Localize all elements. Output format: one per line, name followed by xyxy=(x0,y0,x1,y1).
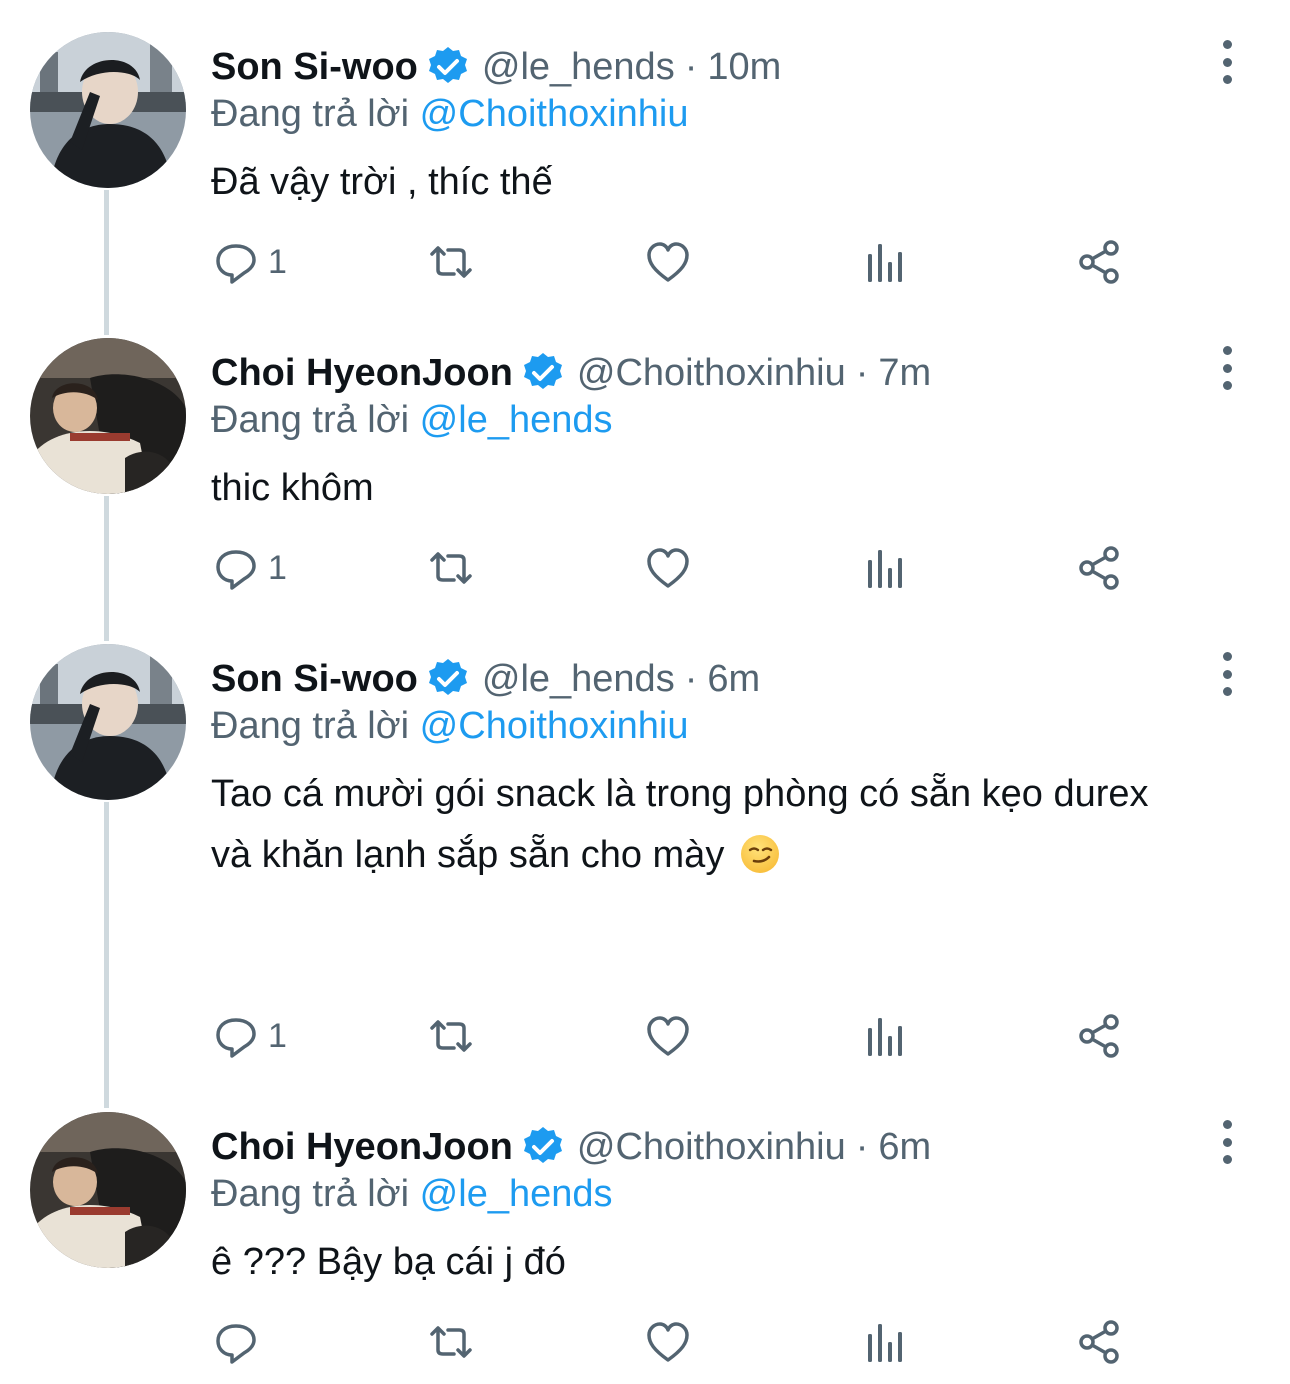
separator: · xyxy=(855,1126,869,1168)
avatar[interactable] xyxy=(30,338,186,494)
mention-link[interactable]: @Choithoxinhiu xyxy=(420,93,689,135)
reply-icon xyxy=(216,1324,256,1364)
mention-link[interactable]: @le_hends xyxy=(420,399,613,441)
more-options-icon[interactable] xyxy=(1210,652,1244,696)
display-name[interactable]: Son Si-woo xyxy=(211,654,418,704)
heart-icon xyxy=(647,548,689,588)
share-icon xyxy=(1079,1320,1119,1364)
tweet-text-line: và khăn lạnh sắp sẵn cho mày xyxy=(211,825,1271,886)
reply-count: 1 xyxy=(268,242,287,281)
share-button[interactable] xyxy=(1078,538,1122,598)
reply-button[interactable] xyxy=(214,1312,268,1372)
action-bar: 1 xyxy=(0,538,1290,598)
action-bar: 1 xyxy=(0,232,1290,292)
display-name[interactable]: Son Si-woo xyxy=(211,42,418,92)
action-bar xyxy=(0,1312,1290,1372)
user-handle[interactable]: @le_hends xyxy=(482,654,675,704)
avatar[interactable] xyxy=(30,644,186,800)
share-icon xyxy=(1079,1014,1119,1058)
display-name[interactable]: Choi HyeonJoon xyxy=(211,1122,513,1172)
replying-to: Đang trả lời @le_hends xyxy=(211,394,613,446)
retweet-icon xyxy=(430,246,472,278)
separator: · xyxy=(684,46,698,88)
smirking-face-icon xyxy=(740,835,779,873)
display-name[interactable]: Choi HyeonJoon xyxy=(211,348,513,398)
replying-to: Đang trả lời @Choithoxinhiu xyxy=(211,700,689,752)
retweet-icon xyxy=(430,1020,472,1052)
tweet-text: ê ??? Bậy bạ cái j đó xyxy=(211,1241,566,1283)
avatar[interactable] xyxy=(30,1112,186,1268)
user-handle[interactable]: @Choithoxinhiu xyxy=(577,348,846,398)
heart-icon xyxy=(647,1322,689,1362)
timestamp[interactable]: 7m xyxy=(878,348,931,398)
reply-count: 1 xyxy=(268,1016,287,1055)
reply-button[interactable]: 1 xyxy=(214,1006,287,1066)
share-button[interactable] xyxy=(1078,1312,1122,1372)
timestamp[interactable]: 6m xyxy=(707,654,760,704)
retweet-icon xyxy=(430,552,472,584)
more-options-icon[interactable] xyxy=(1210,346,1244,390)
analytics-icon xyxy=(868,1324,902,1362)
heart-icon xyxy=(647,242,689,282)
action-bar: 1 xyxy=(0,1006,1290,1066)
reply-button[interactable]: 1 xyxy=(214,232,287,292)
timestamp[interactable]: 6m xyxy=(878,1122,931,1172)
analytics-icon xyxy=(868,1018,902,1056)
verified-badge-icon xyxy=(426,657,469,697)
timestamp[interactable]: 10m xyxy=(707,42,781,92)
like-button[interactable] xyxy=(646,1312,690,1372)
share-icon xyxy=(1079,240,1119,284)
replying-prefix: Đang trả lời xyxy=(211,399,410,441)
replying-to: Đang trả lời @le_hends xyxy=(211,1168,613,1220)
user-handle[interactable]: @Choithoxinhiu xyxy=(577,1122,846,1172)
user-handle[interactable]: @le_hends xyxy=(482,42,675,92)
tweet-header: Son Si-woo @le_hends · 10m xyxy=(211,42,781,92)
mention-link[interactable]: @le_hends xyxy=(420,1173,613,1215)
reply-button[interactable]: 1 xyxy=(214,538,287,598)
avatar[interactable] xyxy=(30,32,186,188)
analytics-button[interactable] xyxy=(864,538,906,598)
tweet-header: Choi HyeonJoon @Choithoxinhiu · 6m xyxy=(211,1122,931,1172)
analytics-icon xyxy=(868,244,902,282)
replying-prefix: Đang trả lời xyxy=(211,705,410,747)
retweet-icon xyxy=(430,1326,472,1358)
retweet-button[interactable] xyxy=(426,538,476,598)
separator: · xyxy=(855,352,869,394)
tweet-header: Choi HyeonJoon @Choithoxinhiu · 7m xyxy=(211,348,931,398)
reply-icon xyxy=(216,1018,256,1058)
retweet-button[interactable] xyxy=(426,1006,476,1066)
reply-count: 1 xyxy=(268,548,287,587)
share-icon xyxy=(1079,546,1119,590)
verified-badge-icon xyxy=(426,45,469,85)
analytics-button[interactable] xyxy=(864,1312,906,1372)
tweet-header: Son Si-woo @le_hends · 6m xyxy=(211,654,760,704)
like-button[interactable] xyxy=(646,538,690,598)
replying-prefix: Đang trả lời xyxy=(211,93,410,135)
analytics-icon xyxy=(868,550,902,588)
analytics-button[interactable] xyxy=(864,232,906,292)
tweet-text-line-2: và khăn lạnh sắp sẵn cho mày xyxy=(211,834,725,876)
analytics-button[interactable] xyxy=(864,1006,906,1066)
reply-icon xyxy=(216,550,256,590)
separator: · xyxy=(684,658,698,700)
tweet-text: Đã vậy trời , thíc thế xyxy=(211,161,553,203)
more-options-icon[interactable] xyxy=(1210,1120,1244,1164)
more-options-icon[interactable] xyxy=(1210,40,1244,84)
heart-icon xyxy=(647,1016,689,1056)
tweet-text: thic khôm xyxy=(211,467,374,509)
share-button[interactable] xyxy=(1078,1006,1122,1066)
verified-badge-icon xyxy=(521,1125,564,1165)
tweet-text-line: Tao cá mười gói snack là trong phòng có … xyxy=(211,773,1149,815)
retweet-button[interactable] xyxy=(426,1312,476,1372)
share-button[interactable] xyxy=(1078,232,1122,292)
verified-badge-icon xyxy=(521,351,564,391)
like-button[interactable] xyxy=(646,232,690,292)
reply-icon xyxy=(216,244,256,284)
replying-to: Đang trả lời @Choithoxinhiu xyxy=(211,88,689,140)
mention-link[interactable]: @Choithoxinhiu xyxy=(420,705,689,747)
replying-prefix: Đang trả lời xyxy=(211,1173,410,1215)
like-button[interactable] xyxy=(646,1006,690,1066)
tweet-text: Tao cá mười gói snack là trong phòng có … xyxy=(211,764,1271,886)
retweet-button[interactable] xyxy=(426,232,476,292)
